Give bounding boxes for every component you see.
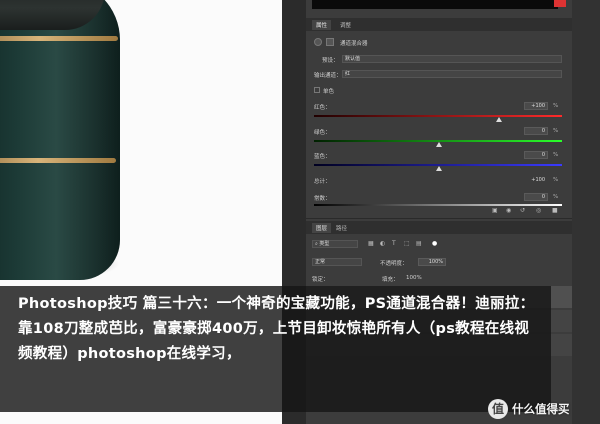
view-previous-icon[interactable]: ◉ (506, 207, 511, 214)
red-slider-thumb[interactable] (496, 117, 502, 122)
blend-mode-select[interactable]: 正常 (312, 258, 362, 266)
close-badge-icon[interactable] (554, 0, 566, 7)
watermark: 值 什么值得买 (488, 398, 570, 420)
opacity-label: 不透明度： (380, 261, 408, 267)
smart-object-filter-icon[interactable]: ▤ (416, 240, 422, 247)
reset-icon[interactable]: ↺ (520, 207, 525, 214)
constant-pct: % (553, 194, 559, 200)
gold-trim-top (0, 36, 118, 41)
monochrome-checkbox[interactable] (314, 87, 320, 93)
red-slider-track[interactable] (314, 115, 562, 117)
pixel-filter-icon[interactable]: ▦ (368, 240, 374, 247)
tab-adjustments[interactable]: 调整 (336, 20, 355, 30)
fill-value[interactable]: 100% (406, 275, 422, 281)
adjustment-filter-icon[interactable]: ◐ (380, 240, 385, 247)
shape-filter-icon[interactable]: ⬚ (404, 240, 410, 247)
blue-label: 蓝色： (314, 154, 331, 160)
constant-label: 常数： (314, 196, 331, 202)
red-value-field[interactable]: +100 (524, 102, 548, 110)
clip-to-layer-icon[interactable]: ▣ (492, 207, 498, 214)
red-pct: % (553, 103, 559, 109)
layer-kind-filter[interactable]: ⌕ 类型 (312, 240, 358, 248)
air-fryer-body (0, 0, 120, 280)
monochrome-label: 单色 (323, 89, 335, 95)
properties-tabs: 属性 调整 (306, 18, 572, 31)
green-pct: % (553, 128, 559, 134)
watermark-text: 什么值得买 (512, 402, 570, 416)
tab-layers[interactable]: 图层 (312, 223, 332, 233)
output-channel-select[interactable]: 红 (342, 70, 562, 78)
layer-kind-label: 类型 (319, 241, 330, 247)
output-channel-label: 输出通道： (314, 73, 342, 79)
lock-label: 锁定： (312, 277, 329, 283)
type-filter-icon[interactable]: T (392, 240, 396, 247)
delete-icon[interactable]: ■ (552, 207, 558, 214)
caption-text: Photoshop技巧 篇三十六：一个神奇的宝藏功能，PS通道混合器！迪丽拉：靠… (18, 296, 535, 362)
layers-tabs: 图层 路径 (306, 221, 572, 234)
article-caption: Photoshop技巧 篇三十六：一个神奇的宝藏功能，PS通道混合器！迪丽拉：靠… (0, 286, 551, 412)
red-label: 红色： (314, 105, 331, 111)
blue-slider-thumb[interactable] (436, 166, 442, 171)
visibility-icon[interactable]: ◎ (536, 207, 541, 214)
blue-pct: % (553, 152, 559, 158)
panel-title: 通道混合器 (340, 41, 368, 47)
tab-paths[interactable]: 路径 (332, 223, 351, 233)
constant-slider-track[interactable] (314, 204, 562, 206)
adjustment-layer-icon (314, 38, 322, 46)
top-bar (312, 0, 558, 9)
opacity-field[interactable]: 100% (418, 258, 446, 266)
green-value-field[interactable]: 0 (524, 127, 548, 135)
mask-icon[interactable] (326, 38, 334, 46)
total-pct: % (553, 177, 559, 183)
green-slider-thumb[interactable] (436, 142, 442, 147)
total-label: 总计： (314, 179, 331, 185)
constant-value-field[interactable]: 0 (524, 193, 548, 201)
panel-divider (306, 218, 572, 219)
panel-scrollbar[interactable] (572, 0, 600, 424)
blue-value-field[interactable]: 0 (524, 151, 548, 159)
preset-label: 预设： (322, 58, 339, 64)
watermark-logo-icon: 值 (488, 399, 508, 419)
gold-trim-middle (0, 158, 116, 163)
fill-label: 填充： (382, 277, 399, 283)
green-label: 绿色： (314, 130, 331, 136)
tab-properties[interactable]: 属性 (312, 20, 332, 30)
total-value: +100 (524, 176, 548, 184)
filter-toggle-icon[interactable]: ● (432, 240, 437, 247)
preset-select[interactable]: 默认值 (342, 55, 562, 63)
